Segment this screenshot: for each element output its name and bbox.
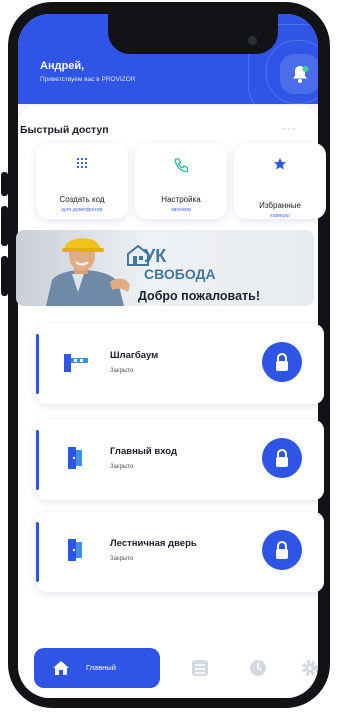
user-name: Андрей, xyxy=(40,60,85,72)
quick-access-label: Создать код xyxy=(59,195,105,204)
lock-icon xyxy=(276,540,288,559)
unlock-button[interactable] xyxy=(262,530,302,570)
card-accent-bar xyxy=(36,334,39,394)
quick-access-sublabel: камеры xyxy=(270,213,290,219)
lock-icon xyxy=(276,448,288,467)
clock-icon[interactable] xyxy=(248,658,268,678)
door-name: Лестничная дверь xyxy=(110,538,197,549)
door-status: Закрыто xyxy=(110,556,134,562)
door-card-stair-door[interactable]: Лестничная дверь Закрыто xyxy=(36,512,324,592)
quick-access-title: Быстрый доступ xyxy=(20,124,109,136)
card-accent-bar xyxy=(36,522,39,582)
quick-access-label: Избранные xyxy=(259,201,301,210)
welcome-text: Добро пожаловать! xyxy=(138,289,260,303)
door-name: Шлагбаум xyxy=(110,350,159,361)
quick-access-call-settings[interactable]: Настройка звонков xyxy=(135,143,227,219)
unlock-button[interactable] xyxy=(262,438,302,478)
phone-notch xyxy=(108,14,278,54)
phone-icon xyxy=(174,158,189,173)
bell-icon xyxy=(293,66,309,83)
door-card-barrier[interactable]: Шлагбаум Закрыто xyxy=(36,324,324,404)
quick-access-label: Настройка xyxy=(161,195,201,204)
door-status: Закрыто xyxy=(110,464,134,470)
notifications-button[interactable] xyxy=(280,54,318,94)
worker-photo xyxy=(46,238,130,306)
quick-access-sublabel: для домофонов xyxy=(61,207,103,213)
tab-home-label: Главный xyxy=(86,663,116,672)
tab-home[interactable]: Главный xyxy=(34,648,160,688)
phone-side-button xyxy=(1,256,8,296)
home-icon xyxy=(53,661,69,675)
keypad-icon xyxy=(76,157,88,169)
quick-access-sublabel: звонков xyxy=(171,207,191,213)
door-icon xyxy=(68,539,82,561)
phone-camera xyxy=(248,36,257,45)
brand-name-line1: УК xyxy=(144,246,167,266)
quick-access-favorite-cameras[interactable]: Избранные камеры xyxy=(234,143,326,219)
unlock-button[interactable] xyxy=(262,342,302,382)
brand-name-line2: СВОБОДА xyxy=(144,266,216,282)
card-accent-bar xyxy=(36,430,39,490)
barrier-icon xyxy=(64,354,88,372)
lock-icon xyxy=(276,352,288,371)
list-icon[interactable] xyxy=(190,658,210,678)
door-status: Закрыто xyxy=(110,368,134,374)
more-icon[interactable]: ··· xyxy=(282,121,297,135)
phone-side-button xyxy=(1,206,8,246)
door-card-main-entrance[interactable]: Главный вход Закрыто xyxy=(36,420,324,500)
door-icon xyxy=(68,447,82,469)
greeting-text: Приветствуем вас в PROVIZOR xyxy=(40,76,136,83)
phone-side-button xyxy=(1,172,8,196)
quick-access-create-code[interactable]: Создать код для домофонов xyxy=(36,143,128,219)
gear-icon[interactable] xyxy=(300,658,320,678)
star-icon xyxy=(274,158,286,170)
door-name: Главный вход xyxy=(110,446,177,457)
